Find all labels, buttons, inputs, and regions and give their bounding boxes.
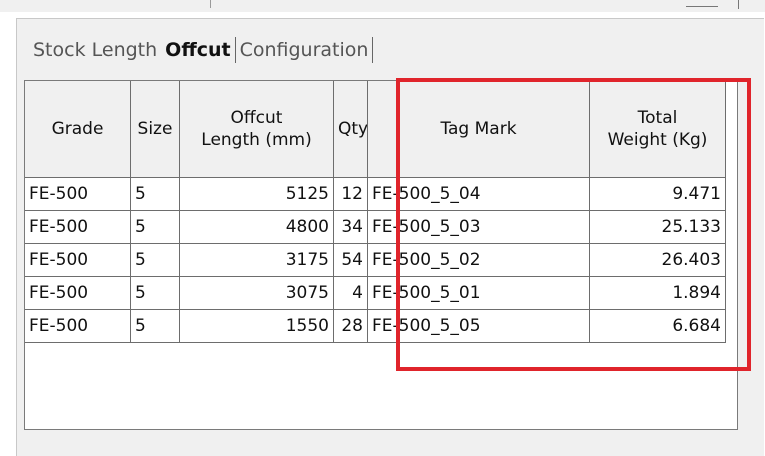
cell-offcut-length[interactable]: 3075 [180,277,334,310]
cell-qty[interactable]: 28 [334,310,368,343]
tab-configuration[interactable]: Configuration [236,34,373,66]
cell-offcut-length[interactable]: 3175 [180,244,334,277]
column-header-qty[interactable]: Qty [334,81,368,178]
cell-offcut-length[interactable]: 5125 [180,178,334,211]
column-header-size[interactable]: Size [131,81,180,178]
tab-offcut[interactable]: Offcut [161,34,234,66]
highlight-box [396,78,751,371]
cell-grade[interactable]: FE-500 [25,211,131,244]
column-header-grade[interactable]: Grade [25,81,131,178]
cell-grade[interactable]: FE-500 [25,277,131,310]
window-top-strip [0,0,765,12]
cell-grade[interactable]: FE-500 [25,178,131,211]
cell-grade[interactable]: FE-500 [25,310,131,343]
tab-strip: Stock Length Offcut Configuration [29,33,374,67]
cell-qty[interactable]: 34 [334,211,368,244]
tab-separator [372,37,374,63]
cell-grade[interactable]: FE-500 [25,244,131,277]
window-divider [738,0,739,9]
cell-size[interactable]: 5 [131,244,180,277]
cell-size[interactable]: 5 [131,178,180,211]
tab-stock-length[interactable]: Stock Length [29,34,161,66]
cell-qty[interactable]: 54 [334,244,368,277]
cell-size[interactable]: 5 [131,277,180,310]
minimize-glyph [686,6,718,7]
cell-qty[interactable]: 12 [334,178,368,211]
cell-size[interactable]: 5 [131,211,180,244]
cell-size[interactable]: 5 [131,310,180,343]
cell-offcut-length[interactable]: 4800 [180,211,334,244]
toolbar-divider [210,0,211,8]
cell-qty[interactable]: 4 [334,277,368,310]
cell-offcut-length[interactable]: 1550 [180,310,334,343]
column-header-offcut-length[interactable]: Offcut Length (mm) [180,81,334,178]
